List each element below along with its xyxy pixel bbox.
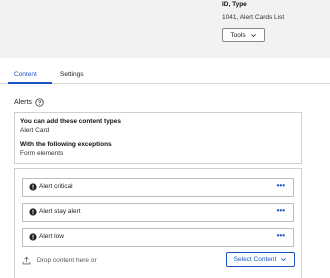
alert-icon	[29, 233, 37, 241]
upload-icon	[22, 256, 31, 265]
help-icon[interactable]	[35, 98, 44, 107]
alert-icon	[29, 208, 37, 216]
more-options-icon[interactable]: •••	[277, 206, 285, 215]
id-type-label: ID, Type	[222, 1, 247, 8]
tab-content[interactable]: Content	[14, 71, 37, 78]
list-item-label: Alert low	[39, 233, 64, 240]
exceptions-value: Form elements	[20, 150, 64, 157]
drop-zone[interactable]: Drop content here or	[22, 256, 97, 265]
exceptions-heading: With the following exceptions	[20, 141, 112, 148]
active-tab-indicator	[8, 82, 52, 84]
list-item[interactable]: Alert critical •••	[22, 178, 294, 197]
id-type-value: 1041, Alert Cards List	[222, 14, 285, 21]
list-item[interactable]: Alert low •••	[22, 228, 294, 247]
alerts-field-title: Alerts	[14, 98, 44, 107]
alert-icon	[29, 183, 37, 191]
list-item[interactable]: Alert stay alert •••	[22, 203, 294, 222]
more-options-icon[interactable]: •••	[277, 181, 285, 190]
list-item-label: Alert stay alert	[39, 208, 81, 215]
header-area: ID, Type 1041, Alert Cards List Tools	[0, 0, 330, 58]
tab-bar: Content Settings	[0, 68, 330, 84]
tools-dropdown-button[interactable]: Tools	[222, 28, 265, 42]
allowed-types-info: You can add these content types Alert Ca…	[14, 112, 302, 164]
drop-zone-text: Drop content here or	[37, 257, 97, 264]
select-content-button[interactable]: Select Content	[226, 252, 295, 267]
chevron-down-icon	[281, 258, 287, 262]
allowed-types-value: Alert Card	[20, 127, 50, 134]
tools-label: Tools	[230, 31, 246, 39]
list-item-label: Alert critical	[39, 183, 73, 190]
alerts-label: Alerts	[14, 99, 32, 106]
chevron-down-icon	[250, 33, 256, 37]
select-content-label: Select Content	[233, 256, 277, 263]
more-options-icon[interactable]: •••	[277, 231, 285, 240]
allowed-types-heading: You can add these content types	[20, 118, 122, 125]
tab-settings[interactable]: Settings	[60, 71, 84, 78]
